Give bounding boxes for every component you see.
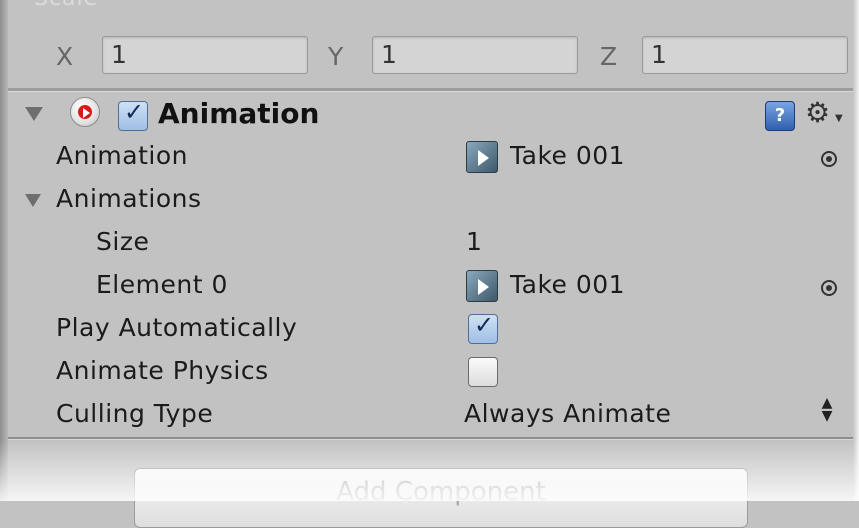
gear-dropdown-caret-icon: ▼ <box>835 113 843 124</box>
help-icon[interactable]: ? <box>765 101 795 131</box>
element0-row: Element 0 Take 001 <box>8 266 853 308</box>
component-enabled-checkbox[interactable]: ✓ <box>118 98 148 131</box>
play-automatically-row: Play Automatically ✓ <box>8 309 853 351</box>
animation-property-label: Animation <box>56 141 188 170</box>
element0-clip-field[interactable]: Take 001 <box>510 270 625 299</box>
culling-type-row: Culling Type Always Animate ▲ ▼ <box>8 395 853 437</box>
element0-object-picker-icon[interactable] <box>821 280 837 296</box>
footer-separator <box>8 437 853 440</box>
animation-clip-field[interactable]: Take 001 <box>510 141 625 170</box>
animations-array-label: Animations <box>56 184 202 213</box>
animation-property-row: Animation Take 001 <box>8 137 853 179</box>
animate-physics-checkbox[interactable] <box>468 357 498 387</box>
dropdown-updown-icon[interactable]: ▲ ▼ <box>820 396 834 423</box>
object-picker-icon[interactable] <box>821 151 837 167</box>
component-title: Animation <box>158 97 320 130</box>
culling-type-label: Culling Type <box>56 399 214 428</box>
play-automatically-checkbox[interactable]: ✓ <box>468 311 498 344</box>
animations-fold-arrow-icon[interactable] <box>25 194 41 207</box>
window-left-edge <box>0 0 8 501</box>
animation-clip-icon <box>466 141 498 173</box>
z-axis-label: Z <box>600 42 618 71</box>
animate-physics-label: Animate Physics <box>56 356 269 385</box>
x-axis-label: X <box>56 42 74 71</box>
inspector-panel: Scale X 1 Y 1 Z 1 ✓ Animation ? ⚙ ▼ Anim… <box>8 0 853 528</box>
scale-xyz-row: X 1 Y 1 Z 1 <box>8 34 853 80</box>
element0-clip-icon <box>466 270 498 302</box>
scale-y-field[interactable]: 1 <box>372 36 578 74</box>
element0-label: Element 0 <box>96 270 228 299</box>
component-separator <box>8 88 853 92</box>
scale-z-field[interactable]: 1 <box>642 36 848 74</box>
animate-physics-row: Animate Physics <box>8 352 853 394</box>
scale-section-label: Scale <box>34 0 98 11</box>
fold-arrow-icon[interactable] <box>25 107 43 121</box>
animation-component-header[interactable]: ✓ Animation ? ⚙ ▼ <box>8 95 853 137</box>
gear-icon[interactable]: ⚙ <box>805 95 830 131</box>
add-component-button[interactable]: Add Component <box>134 468 748 528</box>
animation-component-icon <box>70 97 100 127</box>
animations-array-row[interactable]: Animations <box>8 180 853 222</box>
size-label: Size <box>96 227 150 256</box>
size-row: Size 1 <box>8 223 853 265</box>
size-field[interactable]: 1 <box>466 227 482 256</box>
y-axis-label: Y <box>328 42 344 71</box>
culling-type-dropdown[interactable]: Always Animate <box>464 399 671 428</box>
scale-x-field[interactable]: 1 <box>102 36 308 74</box>
window-right-edge <box>853 0 859 501</box>
play-automatically-label: Play Automatically <box>56 313 298 342</box>
